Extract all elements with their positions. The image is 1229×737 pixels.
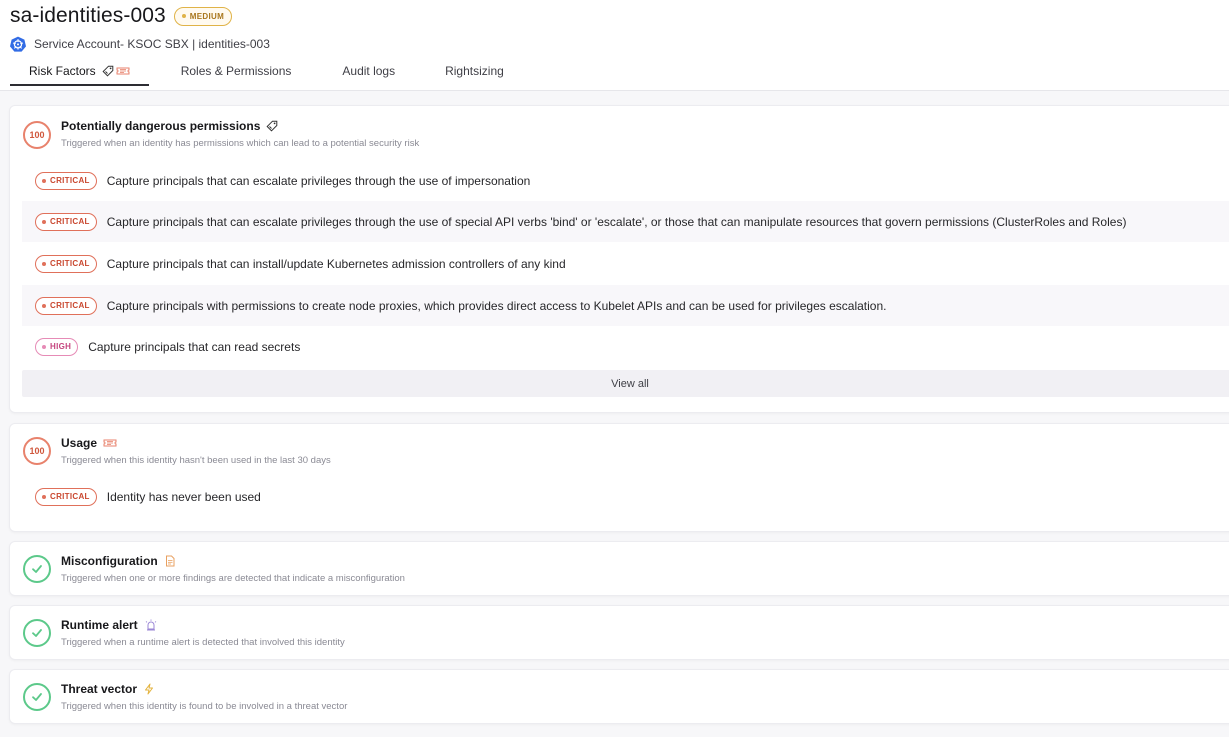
finding-text: Capture principals that can escalate pri… <box>106 173 531 188</box>
severity-badge: CRITICAL <box>35 171 97 190</box>
identity-subtitle: Service Account- KSOC SBX | identities-0… <box>34 37 270 51</box>
risk-score: 100 <box>23 437 51 465</box>
tab-risk-factors[interactable]: Risk Factors <box>10 61 149 86</box>
key-tag-icon <box>266 120 278 132</box>
risk-score: 100 <box>23 121 51 149</box>
risk-card-runtime-alert: Runtime alert Triggered when a runtime a… <box>9 605 1229 660</box>
risk-card-permissions: 100 Potentially dangerous permissions Tr… <box>9 105 1229 413</box>
ticket-icon <box>103 439 117 447</box>
risk-card-description: Triggered when a runtime alert is detect… <box>61 637 345 648</box>
finding-text: Capture principals that can escalate pri… <box>106 214 1127 229</box>
risk-card-title: Threat vector <box>61 682 155 696</box>
severity-badge: CRITICAL <box>35 296 97 315</box>
finding-row[interactable]: CRITICAL Capture principals that can esc… <box>22 160 1229 201</box>
severity-badge: CRITICAL <box>35 254 97 273</box>
severity-badge: HIGH <box>35 337 79 356</box>
finding-row[interactable]: CRITICAL Capture principals with permiss… <box>22 285 1229 326</box>
finding-text: Capture principals that can install/upda… <box>106 256 566 271</box>
risk-card-description: Triggered when this identity hasn't been… <box>61 455 331 466</box>
key-tag-icon <box>102 65 113 77</box>
finding-row[interactable]: CRITICAL Capture principals that can esc… <box>22 201 1229 242</box>
kubernetes-icon <box>10 36 26 52</box>
lightning-icon <box>145 683 154 695</box>
finding-row[interactable]: HIGH Capture principals that can read se… <box>22 326 1229 367</box>
risk-card-description: Triggered when one or more findings are … <box>61 573 405 584</box>
check-icon <box>23 555 51 583</box>
severity-badge: CRITICAL <box>35 487 97 506</box>
document-icon <box>165 555 175 567</box>
risk-card-description: Triggered when an identity has permissio… <box>61 138 420 149</box>
severity-badge: CRITICAL <box>35 212 97 231</box>
tab-rightsizing[interactable]: Rightsizing <box>445 61 504 86</box>
check-icon <box>23 619 51 647</box>
risk-card-title: Misconfiguration <box>61 554 176 568</box>
tab-audit-logs[interactable]: Audit logs <box>342 61 395 86</box>
risk-card-title: Usage <box>61 436 117 450</box>
finding-text: Capture principals with permissions to c… <box>106 298 887 313</box>
tab-roles-permissions[interactable]: Roles & Permissions <box>181 61 292 86</box>
check-icon <box>23 683 51 711</box>
risk-card-misconfiguration: Misconfiguration Triggered when one or m… <box>9 541 1229 596</box>
finding-row[interactable]: CRITICAL Identity has never been used <box>22 476 1229 517</box>
risk-card-threat-vector: Threat vector Triggered when this identi… <box>9 669 1229 724</box>
identity-header: sa-identities-003 MEDIUM Service Account… <box>0 0 1229 91</box>
finding-row[interactable]: CRITICAL Capture principals that can ins… <box>22 243 1229 284</box>
risk-card-title: Potentially dangerous permissions <box>61 119 278 133</box>
page-title: sa-identities-003 <box>10 4 166 27</box>
view-all-button[interactable]: View all <box>22 370 1229 397</box>
finding-text: Capture principals that can read secrets <box>88 339 301 354</box>
risk-card-title: Runtime alert <box>61 618 158 632</box>
risk-card-usage: 100 Usage Triggered when this identity h… <box>9 423 1229 532</box>
siren-icon <box>145 619 156 631</box>
finding-text: Identity has never been used <box>106 489 261 504</box>
risk-card-description: Triggered when this identity is found to… <box>61 701 348 712</box>
tab-bar: Risk Factors Roles & Permissions Audit l… <box>10 61 1219 86</box>
ticket-icon <box>116 67 130 74</box>
risk-badge: MEDIUM <box>173 6 233 26</box>
